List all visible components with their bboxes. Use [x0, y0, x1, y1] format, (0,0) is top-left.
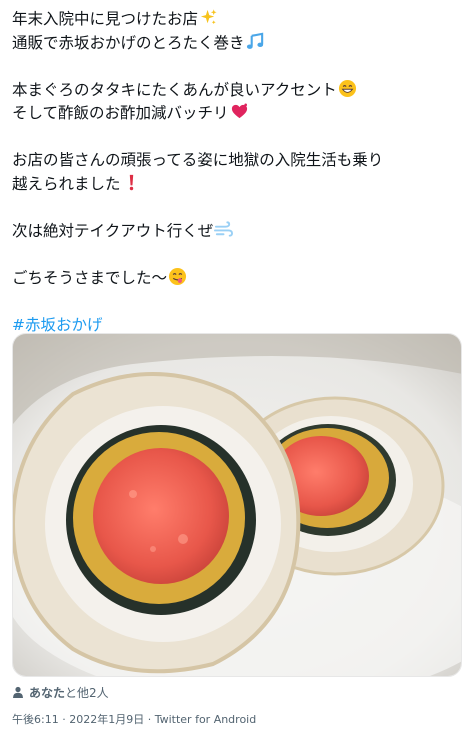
likes-you[interactable]: あなた — [29, 684, 65, 701]
tweet-line: 次は絶対テイクアウト行くぜ — [12, 220, 462, 244]
dash-icon — [214, 220, 234, 237]
music-note-icon — [246, 32, 263, 49]
grinning-face-icon — [338, 79, 356, 97]
person-icon — [13, 686, 23, 698]
tweet-source[interactable]: Twitter for Android — [155, 713, 257, 726]
sushi-roll-photo — [13, 334, 461, 676]
heart-icon — [231, 103, 247, 119]
tweet-line: お店の皆さんの頑張ってる姿に地獄の入院生活も乗り — [12, 151, 384, 169]
tweet-date[interactable]: 2022年1月9日 — [69, 713, 144, 726]
sparkles-icon — [200, 9, 217, 25]
tweet-line: 通販で赤坂おかげのとろたく巻き — [12, 32, 462, 56]
tweet-meta: 午後6:11 · 2022年1月9日 · Twitter for Android — [12, 713, 257, 726]
tweet-line: 越えられました — [12, 173, 462, 197]
likes-others[interactable]: と他2人 — [65, 684, 109, 701]
likes-row[interactable]: あなた と他2人 — [12, 684, 109, 700]
hashtag-link[interactable]: #赤坂おかげ — [12, 316, 103, 334]
tweet-line: そして酢飯のお酢加減バッチリ — [12, 102, 462, 126]
exclamation-icon — [129, 174, 133, 190]
tweet-photo[interactable] — [12, 333, 462, 677]
yum-face-icon — [168, 267, 187, 285]
tweet-text: 年末入院中に見つけたお店 通販で赤坂おかげのとろたく巻き 本まぐろのタタキにたく… — [12, 8, 462, 337]
tweet-time[interactable]: 午後6:11 — [12, 713, 59, 726]
tweet-line: 本まぐろのタタキにたくあんが良いアクセント — [12, 79, 462, 103]
tweet-line: ごちそうさまでした〜 — [12, 267, 462, 291]
tweet-line: 年末入院中に見つけたお店 — [12, 8, 462, 32]
